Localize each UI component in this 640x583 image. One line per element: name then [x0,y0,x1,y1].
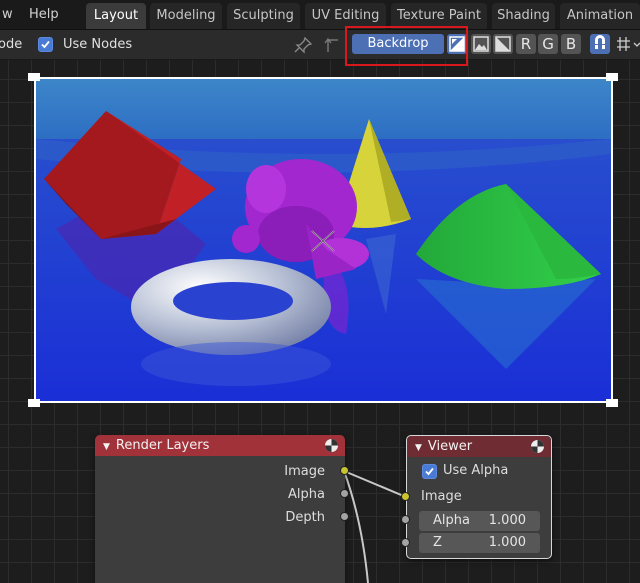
viewer-node[interactable]: ▼ Viewer Use Alpha Image Alpha 1.000 Z 1.… [406,435,552,559]
render-icon [325,439,338,452]
output-depth-label: Depth [285,510,325,525]
checkmark-icon [425,467,434,476]
output-image-label: Image [284,464,325,479]
render-layers-node-header[interactable]: ▼ Render Layers [95,435,345,456]
input-image-socket[interactable] [401,492,410,501]
alpha-value-field[interactable]: Alpha 1.000 [419,511,540,531]
viewer-node-header[interactable]: ▼ Viewer [407,436,551,457]
output-alpha-label: Alpha [288,487,325,502]
z-field-label: Z [433,535,442,550]
output-alpha-socket[interactable] [340,489,349,498]
render-icon [531,440,544,453]
viewer-title: Viewer [427,439,473,454]
alpha-field-label: Alpha [433,513,470,528]
link-image-to-viewer [343,470,407,498]
alpha-field-value: 1.000 [488,513,526,528]
output-image-socket[interactable] [340,466,349,475]
collapse-arrow-icon[interactable]: ▼ [103,442,110,452]
input-z-socket[interactable] [401,538,410,547]
z-value-field[interactable]: Z 1.000 [419,533,540,553]
link-image-offscreen [343,470,369,583]
output-depth-socket[interactable] [340,512,349,521]
input-image-label: Image [421,489,462,504]
use-alpha-label: Use Alpha [443,463,509,478]
input-alpha-socket[interactable] [401,515,410,524]
render-layers-title: Render Layers [115,438,210,453]
collapse-arrow-icon[interactable]: ▼ [415,443,422,453]
render-layers-node[interactable]: ▼ Render Layers Image Alpha Depth [95,435,345,583]
z-field-value: 1.000 [488,535,526,550]
use-alpha-checkbox[interactable] [422,464,437,479]
